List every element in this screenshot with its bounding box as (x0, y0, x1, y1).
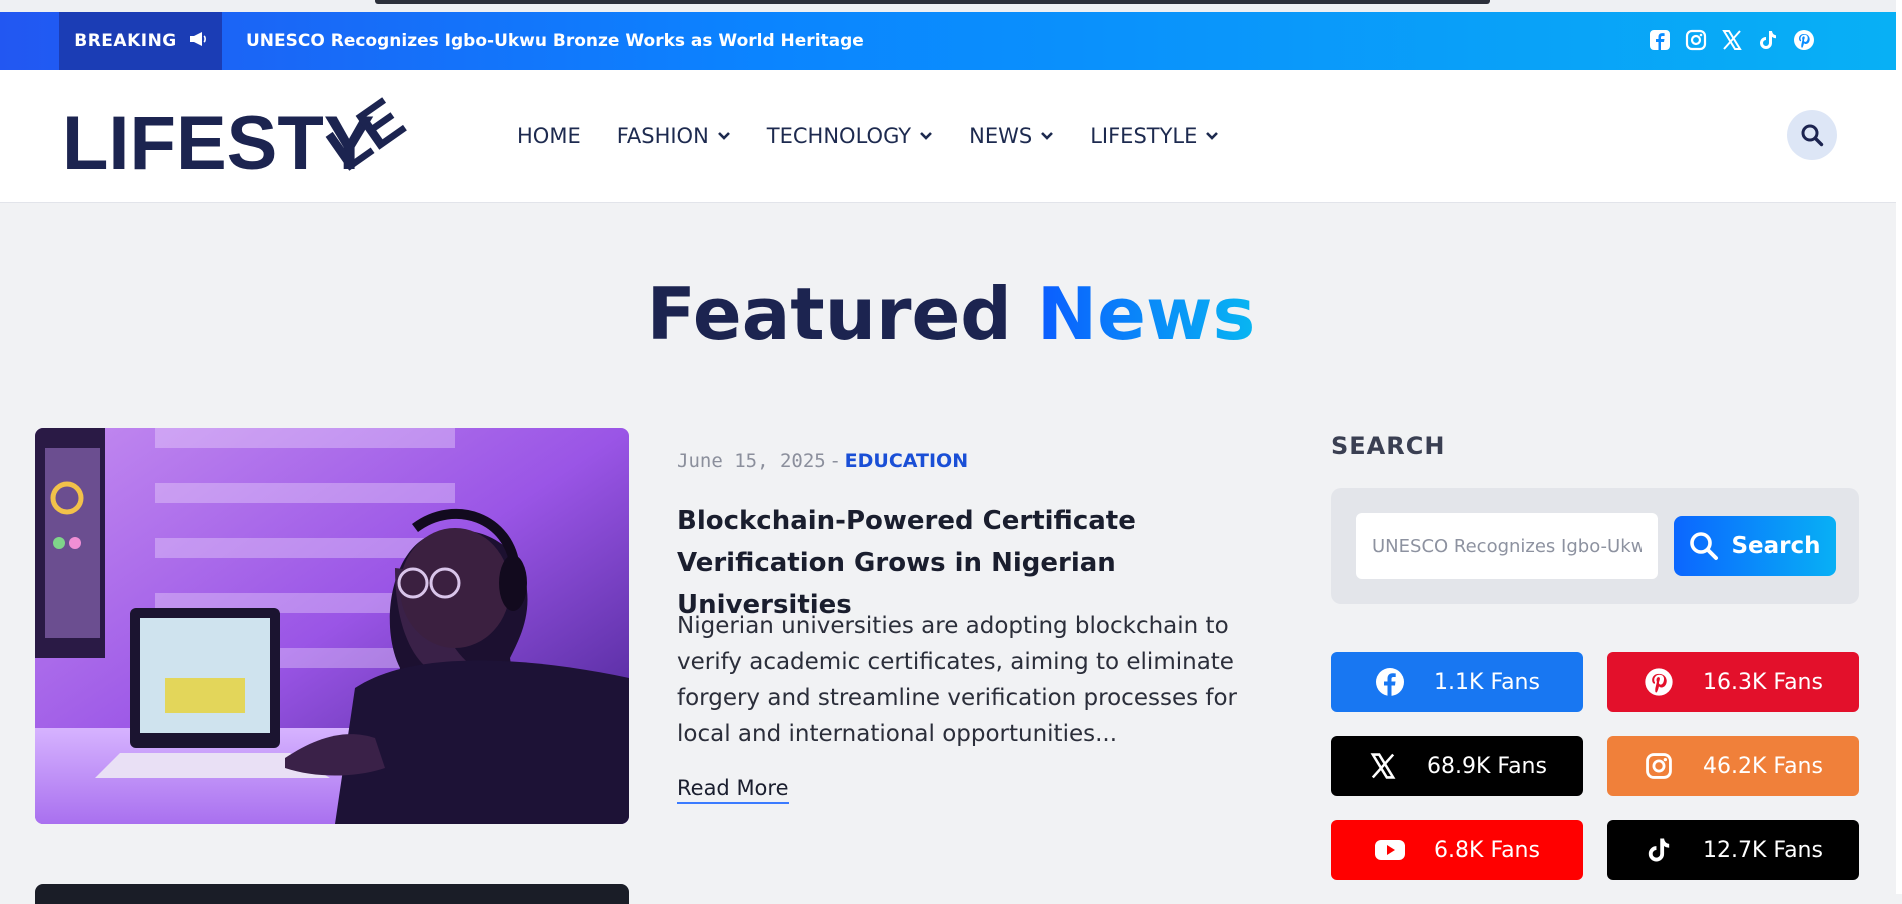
facebook-fans-label: 1.1K Fans (1434, 669, 1540, 695)
x-icon (1367, 750, 1399, 782)
x-fans-button[interactable]: 68.9K Fans (1331, 736, 1583, 796)
article-excerpt: Nigerian universities are adopting block… (677, 613, 1238, 747)
social-links (1648, 28, 1816, 52)
facebook-fans-button[interactable]: 1.1K Fans (1331, 652, 1583, 712)
instagram-fans-label: 46.2K Fans (1703, 753, 1823, 779)
article-meta: June 15, 2025 - EDUCATION (677, 450, 968, 472)
pinterest-fans-button[interactable]: 16.3K Fans (1607, 652, 1859, 712)
article-date: June 15, 2025 (677, 450, 826, 472)
browser-top-strip (0, 0, 1902, 12)
nav-home[interactable]: HOME (517, 124, 581, 148)
pinterest-icon (1643, 666, 1675, 698)
site-header: LIFESTY LE HOME FASHION TECHNOLOGY NEWS … (0, 70, 1896, 203)
site-logo[interactable]: LIFESTY LE (62, 85, 422, 186)
chevron-down-icon (1206, 132, 1219, 140)
nav-technology[interactable]: TECHNOLOGY (767, 124, 933, 148)
nav-lifestyle-label: LIFESTYLE (1090, 124, 1198, 148)
breaking-label: BREAKING (74, 31, 177, 51)
breaking-news-bar: BREAKING UNESCO Recognizes Igbo-Ukwu Bro… (0, 12, 1896, 70)
breaking-badge: BREAKING (59, 12, 222, 70)
meta-separator: - (831, 450, 839, 472)
page-right-edge (1896, 0, 1902, 894)
next-article-image[interactable] (35, 884, 629, 904)
nav-fashion[interactable]: FASHION (617, 124, 731, 148)
pinterest-fans-label: 16.3K Fans (1703, 669, 1823, 695)
section-title: Featured News (0, 272, 1902, 356)
x-icon[interactable] (1720, 28, 1744, 52)
megaphone-icon (189, 31, 207, 52)
facebook-icon (1374, 666, 1406, 698)
instagram-icon[interactable] (1684, 28, 1708, 52)
section-title-accent: News (1036, 272, 1256, 356)
main-nav: HOME FASHION TECHNOLOGY NEWS LIFESTYLE (517, 124, 1219, 148)
nav-technology-label: TECHNOLOGY (766, 124, 912, 148)
tiktok-icon (1643, 834, 1675, 866)
pinterest-icon[interactable] (1792, 28, 1816, 52)
sidebar-search-box: Search (1331, 488, 1859, 604)
chevron-down-icon (1041, 132, 1054, 140)
youtube-fans-button[interactable]: 6.8K Fans (1331, 820, 1583, 880)
chevron-down-icon (920, 132, 933, 140)
tiktok-fans-button[interactable]: 12.7K Fans (1607, 820, 1859, 880)
section-title-main: Featured (646, 272, 1012, 356)
youtube-icon (1374, 834, 1406, 866)
search-button[interactable]: Search (1674, 516, 1836, 576)
featured-image[interactable] (35, 428, 629, 824)
nav-fashion-label: FASHION (616, 124, 709, 148)
sidebar-search-title: SEARCH (1331, 432, 1446, 460)
nav-lifestyle[interactable]: LIFESTYLE (1090, 124, 1219, 148)
read-more-link[interactable]: Read More (677, 776, 789, 804)
search-button-label: Search (1731, 533, 1821, 559)
header-search-button[interactable] (1787, 110, 1837, 160)
search-input[interactable] (1356, 513, 1658, 579)
search-icon (1801, 124, 1824, 147)
breaking-headline[interactable]: UNESCO Recognizes Igbo-Ukwu Bronze Works… (246, 12, 864, 70)
nav-home-label: HOME (517, 124, 581, 148)
nav-news[interactable]: NEWS (969, 124, 1054, 148)
social-fans-grid: 1.1K Fans 16.3K Fans 68.9K Fans 46.2K Fa… (1331, 652, 1859, 880)
youtube-fans-label: 6.8K Fans (1434, 837, 1540, 863)
tiktok-fans-label: 12.7K Fans (1703, 837, 1823, 863)
x-fans-label: 68.9K Fans (1427, 753, 1547, 779)
instagram-fans-button[interactable]: 46.2K Fans (1607, 736, 1859, 796)
scroll-indicator (375, 0, 1490, 4)
nav-news-label: NEWS (969, 124, 1033, 148)
chevron-down-icon (717, 132, 730, 140)
instagram-icon (1643, 750, 1675, 782)
tiktok-icon[interactable] (1756, 28, 1780, 52)
search-icon (1690, 532, 1719, 560)
article-category[interactable]: EDUCATION (845, 450, 968, 472)
facebook-icon[interactable] (1648, 28, 1672, 52)
